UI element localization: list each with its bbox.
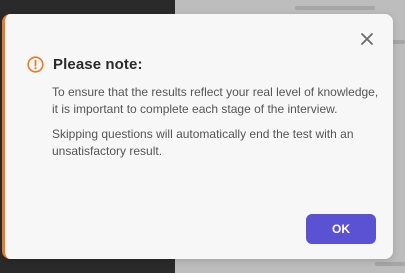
dialog-body: To ensure that the results reflect your … [52, 84, 382, 168]
dialog-paragraph-skipping: Skipping questions will automatically en… [52, 127, 354, 158]
notice-dialog: Please note: To ensure that the results … [2, 14, 393, 259]
close-button[interactable] [359, 31, 375, 47]
exclamation-circle-icon [27, 56, 44, 73]
background-text-line [295, 6, 375, 10]
dialog-header: Please note: [27, 56, 143, 73]
dialog-title: Please note: [53, 56, 143, 73]
close-icon[interactable] [359, 31, 375, 47]
dialog-paragraph-completion: To ensure that the results reflect your … [52, 85, 379, 116]
ok-button[interactable]: OK [306, 214, 376, 244]
background-text-line [375, 262, 405, 266]
